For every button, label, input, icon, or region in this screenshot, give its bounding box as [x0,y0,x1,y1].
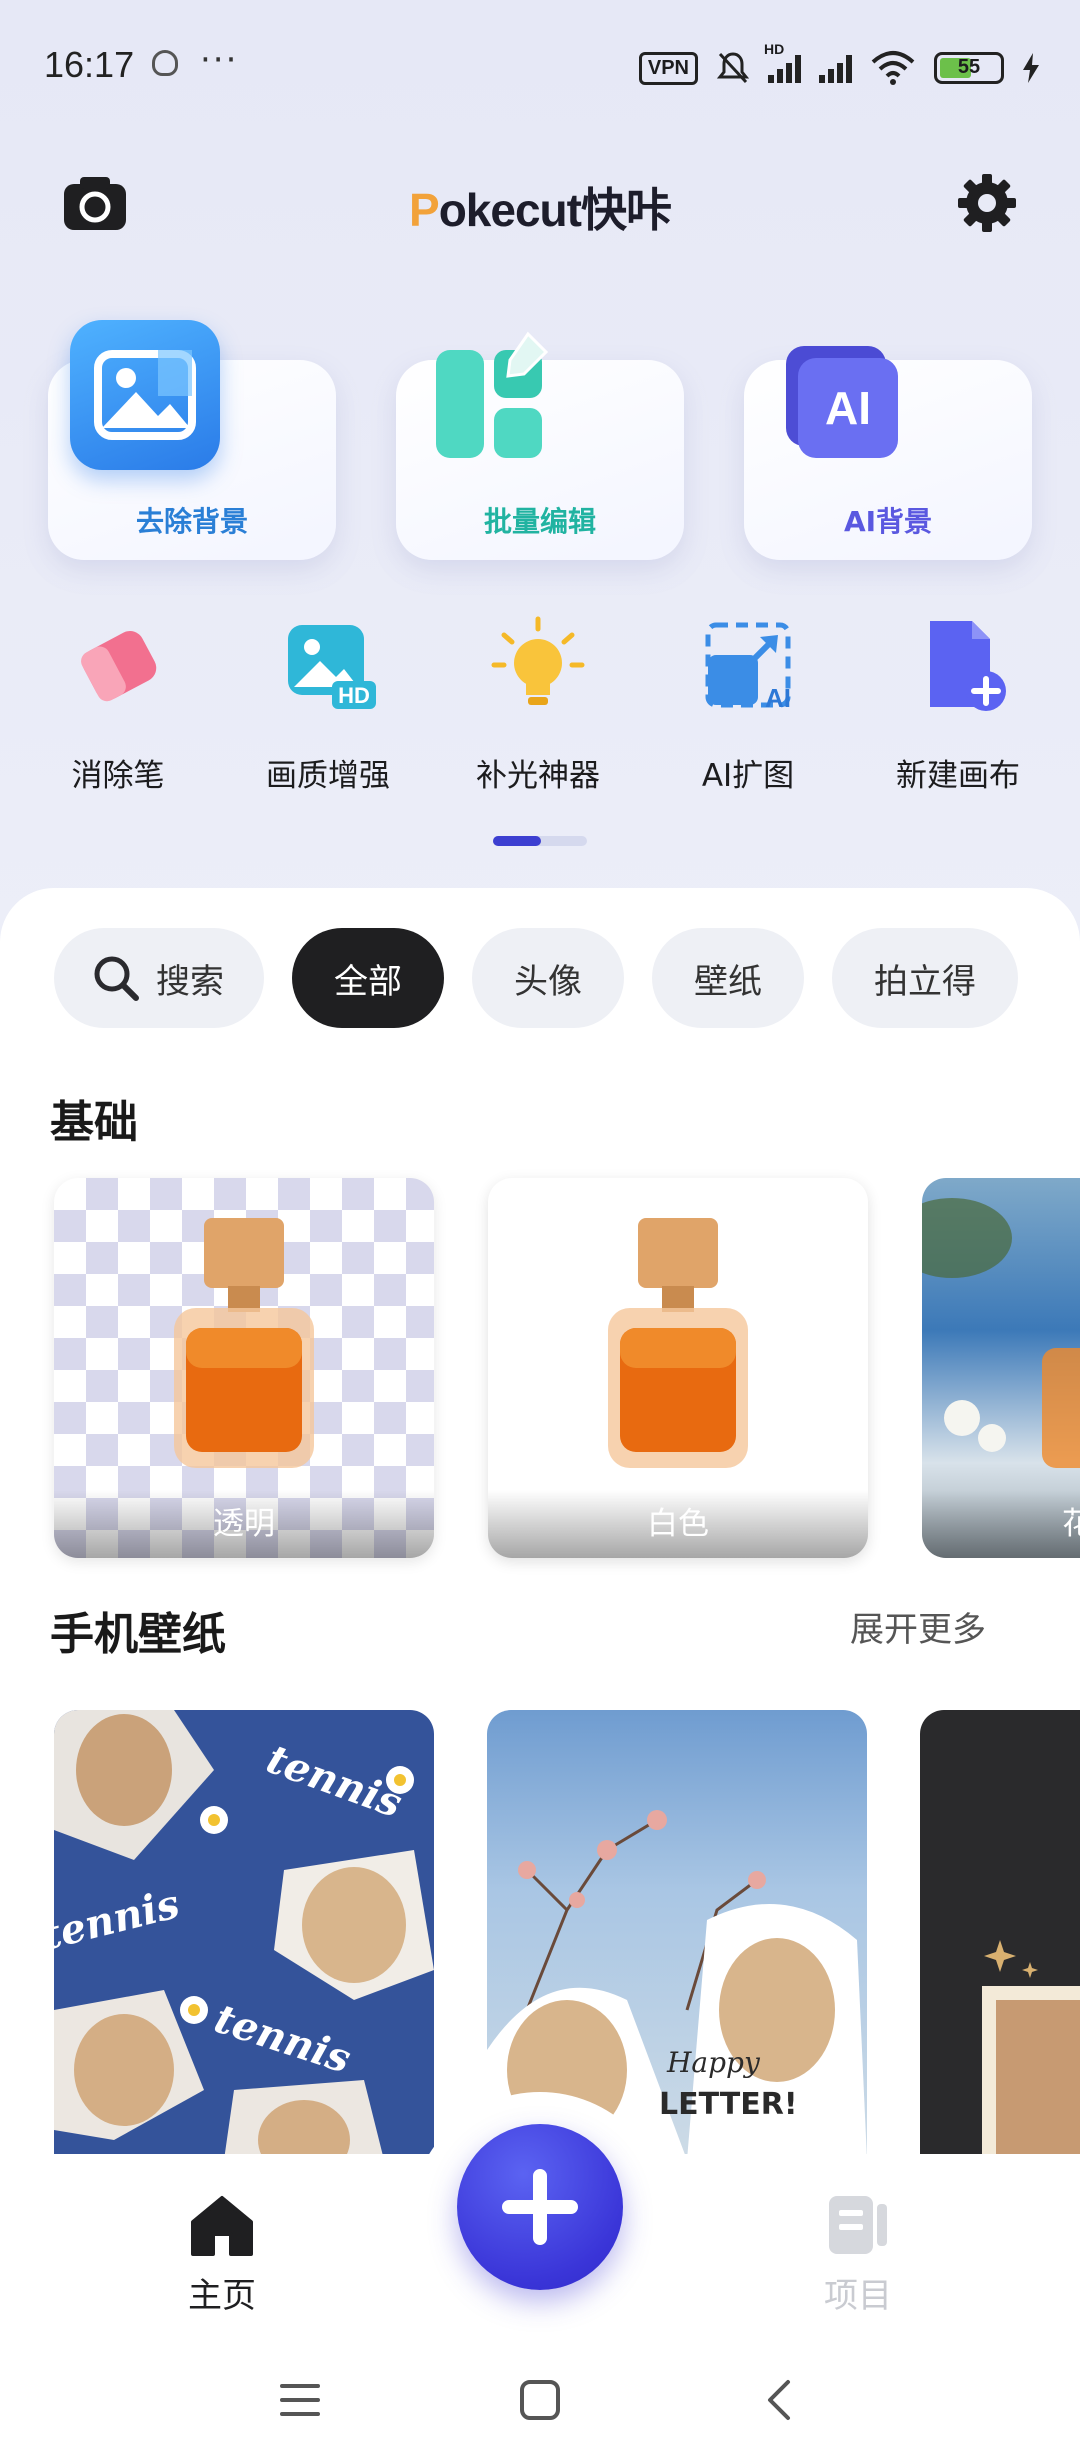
batch-edit-label: 批量编辑 [483,505,596,538]
charging-icon [1023,53,1039,83]
happy-letter-collage-image: Happy LETTER! [487,1810,867,2158]
chip-polaroid[interactable]: 拍立得 [832,928,1018,1028]
template-label: 透明 [54,1490,434,1558]
template-flower[interactable]: 花 [922,1178,1080,1558]
page-indicator-active [493,836,541,846]
wallpaper-overlay-text: Happy [666,2046,761,2079]
svg-text:AI: AI [765,683,791,713]
home-icon [191,2196,253,2256]
chip-avatar[interactable]: 头像 [472,928,624,1028]
tool-fill-light[interactable]: 补光神器 [458,615,618,805]
template-transparent[interactable]: 透明 [54,1178,434,1558]
tool-ai-expand[interactable]: AI AI扩图 [668,615,828,805]
wallpaper-overlay-text: tennis [54,1880,184,1959]
expand-more-link[interactable]: 展开更多 [850,1602,986,1651]
batch-edit-card[interactable]: 批量编辑 [396,331,684,560]
svg-text:HD: HD [338,683,370,708]
basic-section-title: 基础 [50,1097,138,1148]
nav-projects[interactable]: 项目 [778,2192,938,2317]
hd-signal-icon: HD [764,41,801,83]
template-label: 花 [922,1490,1080,1558]
chip-all[interactable]: 全部 [292,928,444,1028]
nav-home[interactable]: 主页 [142,2192,302,2317]
wallpaper-happy-letter[interactable]: Happy LETTER! [487,1710,867,2158]
search-icon [94,956,139,1001]
ai-background-label: AI背景 [843,505,933,538]
status-icons: VPN HD 55 [638,41,1040,88]
home-square-icon[interactable] [518,2378,562,2422]
tool-enhance[interactable]: HD 画质增强 [248,615,408,805]
new-canvas-icon [930,621,1006,711]
page-indicator [493,836,587,846]
wallpaper-overlay-text: tennis [261,1735,408,1827]
ai-expand-icon: AI [705,622,791,713]
hand-icon [152,50,178,76]
nav-home-label: 主页 [188,2276,256,2316]
app-logo: Pokecut快咔 [409,184,672,236]
more-notifications-icon: ··· [200,40,239,80]
content-sheet: 搜索 全部 头像 壁纸 拍立得 基础 透明 白色 花 手机壁纸 展开更多 ten… [0,888,1080,2158]
eraser-icon [81,631,157,702]
template-label: 白色 [488,1490,868,1558]
search-chip[interactable]: 搜索 [54,928,264,1028]
remove-background-label: 去除背景 [135,505,248,538]
plus-icon [502,2169,578,2245]
category-chips: 搜索 全部 头像 壁纸 拍立得 [54,928,1018,1028]
create-button[interactable] [457,2124,623,2290]
tool-new-canvas[interactable]: 新建画布 [878,615,1038,805]
projects-icon [829,2196,887,2254]
ai-background-card[interactable]: AI AI背景 [744,346,1032,560]
back-icon[interactable] [762,2378,796,2422]
mute-bell-icon [716,52,750,84]
vpn-icon: VPN [638,51,698,85]
chip-wallpaper[interactable]: 壁纸 [652,928,804,1028]
tool-eraser[interactable]: 消除笔 [38,615,198,805]
wallpaper-overlay-text: LETTER! [659,2087,798,2122]
signal-icon [819,53,852,83]
nav-projects-label: 项目 [824,2276,892,2316]
template-white[interactable]: 白色 [488,1178,868,1558]
remove-background-card[interactable]: 去除背景 [48,320,336,560]
ai-background-icon: AI [764,320,914,470]
status-time: 16:17 [44,44,135,85]
gear-icon[interactable] [956,172,1018,234]
wallpaper-overlay-text: tennis [209,1995,356,2083]
wifi-icon [871,51,915,85]
menu-icon[interactable] [278,2380,322,2420]
hd-enhance-icon: HD [288,625,376,709]
system-nav-bar [0,2370,1080,2430]
app-header: Pokecut快咔 [0,160,1080,250]
remove-background-icon [70,320,220,470]
wallpaper-tennis[interactable]: tennis tennis tennis [54,1710,434,2158]
tennis-collage-image: tennis tennis tennis [54,1710,434,2158]
status-bar: 16:17 ··· VPN HD 55 [0,0,1080,140]
wallpaper-dark[interactable] [920,1710,1080,2158]
light-bulb-icon [491,616,585,705]
battery-icon: 55 [934,52,1004,84]
wallpaper-section-title: 手机壁纸 [50,1609,226,1660]
batch-edit-icon [416,320,566,470]
polaroid-frame-image [982,1940,1080,2158]
svg-text:AI: AI [825,382,871,434]
